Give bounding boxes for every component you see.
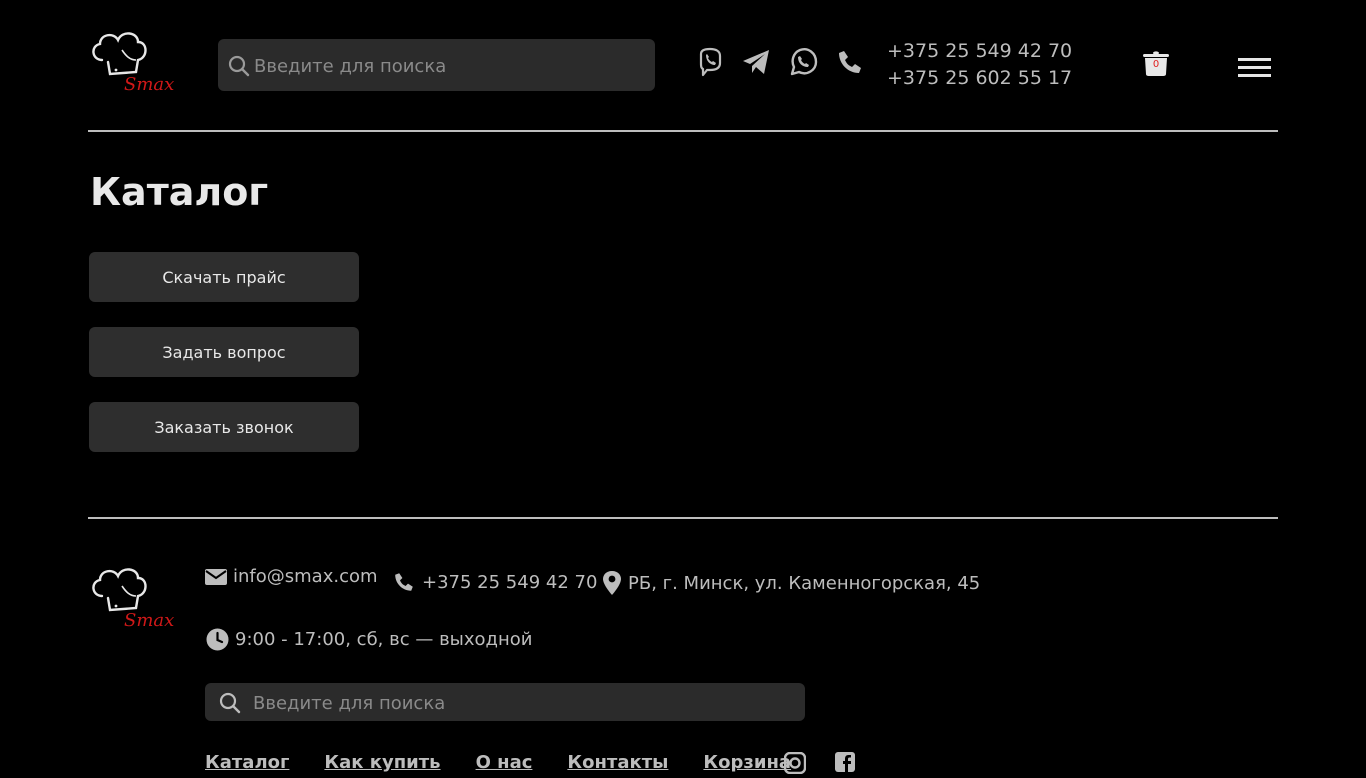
footer-search[interactable]	[205, 683, 805, 723]
footer-email[interactable]: info@smax.com	[205, 566, 378, 587]
search-input[interactable]	[252, 39, 646, 93]
whatsapp-icon[interactable]	[788, 47, 818, 77]
download-price-button[interactable]: Скачать прайс	[89, 252, 359, 302]
footer-logo[interactable]: Smax	[88, 566, 176, 632]
page-title: Каталог	[90, 170, 269, 214]
header-search[interactable]	[218, 39, 655, 93]
order-call-button[interactable]: Заказать звонок	[89, 402, 359, 452]
search-icon	[219, 692, 241, 714]
footer-nav-about[interactable]: О нас	[476, 752, 533, 773]
cart-button[interactable]: 0	[1140, 46, 1172, 78]
phone-icon[interactable]	[835, 47, 865, 77]
telegram-icon[interactable]	[741, 47, 771, 77]
viber-icon[interactable]	[695, 47, 725, 77]
footer-hours: 9:00 - 17:00, сб, вс — выходной	[206, 628, 532, 651]
footer-hours-text: 9:00 - 17:00, сб, вс — выходной	[235, 629, 533, 650]
clock-icon	[206, 628, 229, 651]
cart-count: 0	[1152, 59, 1160, 70]
ask-question-button[interactable]: Задать вопрос	[89, 327, 359, 377]
footer-nav-how-to-buy[interactable]: Как купить	[324, 752, 440, 773]
phone-icon	[395, 573, 413, 591]
footer-nav-contacts[interactable]: Контакты	[567, 752, 668, 773]
phone-number-1[interactable]: +375 25 549 42 70	[887, 38, 1072, 65]
footer-phone[interactable]: +375 25 549 42 70	[392, 570, 597, 594]
footer-nav-cart[interactable]: Корзина	[703, 752, 791, 773]
footer-nav: Каталог Как купить О нас Контакты Корзин…	[205, 752, 791, 773]
header-phones: +375 25 549 42 70 +375 25 602 55 17	[887, 38, 1072, 92]
logo-text: Smax	[124, 610, 174, 631]
instagram-icon[interactable]	[783, 751, 807, 775]
facebook-icon[interactable]	[835, 752, 855, 772]
footer-phone-text[interactable]: +375 25 549 42 70	[422, 572, 597, 593]
footer-address: РБ, г. Минск, ул. Каменногорская, 45	[602, 570, 980, 596]
logo-text: Smax	[124, 74, 174, 95]
map-pin-icon	[603, 571, 621, 595]
footer-search-input[interactable]	[251, 683, 795, 723]
header-divider	[88, 130, 1278, 132]
header-logo[interactable]: Smax	[88, 30, 176, 96]
mail-icon	[205, 568, 227, 585]
menu-burger-icon[interactable]	[1238, 58, 1271, 78]
phone-number-2[interactable]: +375 25 602 55 17	[887, 65, 1072, 92]
search-icon	[228, 55, 250, 77]
footer-divider	[88, 517, 1278, 519]
footer-nav-catalog[interactable]: Каталог	[205, 752, 289, 773]
footer-email-text[interactable]: info@smax.com	[233, 566, 378, 587]
footer-address-text: РБ, г. Минск, ул. Каменногорская, 45	[628, 572, 981, 594]
